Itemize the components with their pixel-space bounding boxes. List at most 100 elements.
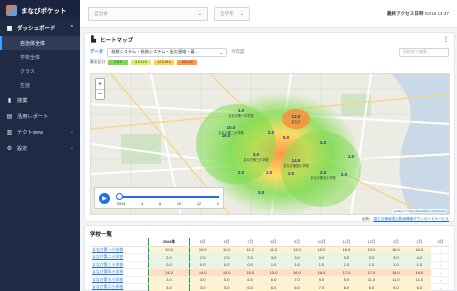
sidebar-item-label: 設定 [17,145,28,152]
table-cell: - [431,246,450,254]
table-cell: 3.0 [308,253,335,262]
search-placeholder: 学校名で検索... [403,49,431,54]
svg-text:まなび第一中学校: まなび第一中学校 [228,113,254,118]
timeline-tick: 8 [159,202,162,206]
sidebar-item-student[interactable]: 生徒 [0,78,80,92]
table-cell: 16.0 [285,268,309,277]
column-header-month: 7月 [238,238,262,247]
table-cell: 1.0 [407,261,432,269]
municipality-select[interactable]: 自治体 ⌄ [88,6,208,21]
sidebar-item-municipality[interactable]: 自治体全体 [0,36,80,50]
table-cell: 6.0 [238,283,262,291]
school-name-link[interactable]: まなび第六小学校 [90,283,148,291]
timeline-track[interactable] [117,196,219,198]
school-name-link[interactable]: まなび第四小学校 [90,268,148,277]
table-cell: 1.0 [261,261,286,269]
data-filter-select[interactable]: 校務システム・校務システム・出欠連絡・着... ⌄ [107,47,228,57]
more-options-icon[interactable]: ⋮ [443,36,449,43]
table-row[interactable]: まなび第六小学校 3.0 3.0 5.0 6.0 6.0 6.0 7.0 8.0 6.0 6.0 6.… [90,283,450,291]
last-access: 最終アクセス日時 02/16 14:47 [387,11,449,17]
svg-text:まなび: まなび [291,119,301,124]
map-icon: ▙ [91,37,96,43]
table-cell: - [431,276,450,284]
gear-icon: ⚙ [6,145,13,152]
table-row[interactable]: まなび第四小学校 14.0 14.0 15.0 15.0 15.0 16.0 16.0 17.0… [90,268,450,277]
source-link[interactable]: 国土交通省国土数値情報ダウンロードサービス [374,217,449,221]
sidebar-group-dashboard[interactable]: ▦ ダッシュボード ⌃ [0,20,80,36]
table-cell: 0.0 [238,261,262,269]
table-body: まなび第一小学校 10.0 10.0 11.0 11.0 11.0 13.0 15.0 16.0… [90,246,450,291]
select-placeholder: 自治体 [94,10,108,16]
school-name-link[interactable]: まなび第一小学校 [90,246,148,254]
column-header-school [90,238,148,247]
table-cell: 8.0 [334,283,359,291]
legend-item: 12.5-18.0 [154,59,175,65]
map-value-label: 10.0 [227,125,236,130]
table-cell: 6.0 [261,283,286,291]
dashboard-icon: ▦ [6,25,13,32]
heatmap-title: ヒートマップ [100,37,134,44]
table-cell: 13.0 [285,246,309,254]
table-cell: 3.0 [147,283,191,291]
table-cell: 3.0 [189,276,215,284]
table-cell: 11.0 [358,276,385,284]
map-attribution[interactable]: Leaflet | © OpenStreetMap contributors [392,209,447,213]
sidebar-item-class[interactable]: クラス [0,64,80,78]
school-search-input[interactable]: 学校名で検索... [399,47,449,57]
table-cell: 1.0 [334,261,359,269]
app-logo[interactable]: まなびポケット [0,0,80,20]
table-cell: - [431,253,450,262]
sidebar-item-label: クラス [20,68,35,75]
table-cell: 16.0 [384,246,408,254]
zoom-out-button[interactable]: − [96,89,104,99]
chevron-up-icon: ⌃ [69,25,74,31]
table-cell: 3.0 [334,253,359,262]
column-header-month: 2月 [407,238,432,247]
select-placeholder: 全学年 [220,10,234,16]
svg-text:まなび第三小学校: まなび第三小学校 [243,157,269,162]
table-cell: 6.0 [238,276,262,284]
heatmap-legend: 算出区分 0-5.5 5.5-12.5 12.5-18.0 18.0-22 [85,58,454,66]
legend-item: 5.5-12.5 [131,59,152,65]
sidebar-item-school[interactable]: 学校全体 [0,50,80,64]
svg-text:まなび第五小学校: まなび第五小学校 [310,175,336,180]
column-header-month: 1月 [384,238,408,247]
timeline-handle[interactable] [116,193,123,200]
sidebar-item-label: 活用レポート [17,113,49,120]
last-access-value: 02/16 14:47 [424,10,449,16]
sidebar-item-lessons[interactable]: ▮ 授業 [0,92,80,108]
sidebar-item-settings[interactable]: ⚙ 設定 ⌄ [0,140,80,156]
sidebar-item-report[interactable]: ▤ 活用レポート [0,108,80,124]
table-cell: 3.0 [384,253,408,262]
heatmap-map[interactable]: 1.0 10.0 13.0 16.0 2.0 5.0 3.0 3.0 14.0 … [90,73,450,215]
table-cell: 6.0 [261,276,286,284]
table-cell: 19.0 [407,268,432,277]
period-label: 今年度 [231,49,245,54]
column-header-month: 9月 [285,238,309,247]
table-cell: 10.0 [189,246,215,254]
map-value-label: 2.0 [238,170,245,175]
table-cell: 0.0 [189,261,215,269]
school-name-link[interactable]: まなび第二小学校 [90,253,148,262]
table-cell: 11.0 [407,276,432,284]
sidebar-item-label: 学校全体 [20,54,41,61]
timeline-tick: 2 [216,202,219,206]
grade-select[interactable]: 全学年 ⌄ [214,6,250,21]
play-button[interactable]: ▶ [99,193,110,204]
legend-item: 18.0-22 [177,59,198,65]
table-cell: 11.0 [214,246,239,254]
column-header-month: 5月 [189,238,215,247]
school-name-link[interactable]: まなび第五小学校 [90,276,148,284]
table-row[interactable]: まなび第二小学校 2.0 2.0 2.0 2.0 3.0 3.0 3.0 3.0 3.0 3.0 4.… [90,253,450,262]
zoom-in-button[interactable]: + [96,79,104,89]
table-row[interactable]: まなび第一小学校 10.0 10.0 11.0 11.0 11.0 13.0 15.0 16.0… [90,246,450,254]
table-row[interactable]: まなび第五小学校 3.0 3.0 5.0 6.0 6.0 7.0 9.0 9.0 11.0 11.0… [90,276,450,284]
chevron-down-icon: ⌄ [69,145,74,151]
chevron-down-icon: ⌄ [219,49,224,55]
table-row[interactable]: まなび第三小学校 0.0 0.0 0.0 0.0 1.0 1.0 1.0 1.0 1.0 1.0 1.… [90,261,450,269]
table-cell: 2.0 [214,253,239,262]
sidebar-item-label: 生徒 [20,82,31,89]
sidebar-item-view[interactable]: ▥ テクトview ⌄ [0,124,80,140]
school-name-link[interactable]: まなび第三小学校 [90,261,148,269]
table-cell: - [431,268,450,277]
